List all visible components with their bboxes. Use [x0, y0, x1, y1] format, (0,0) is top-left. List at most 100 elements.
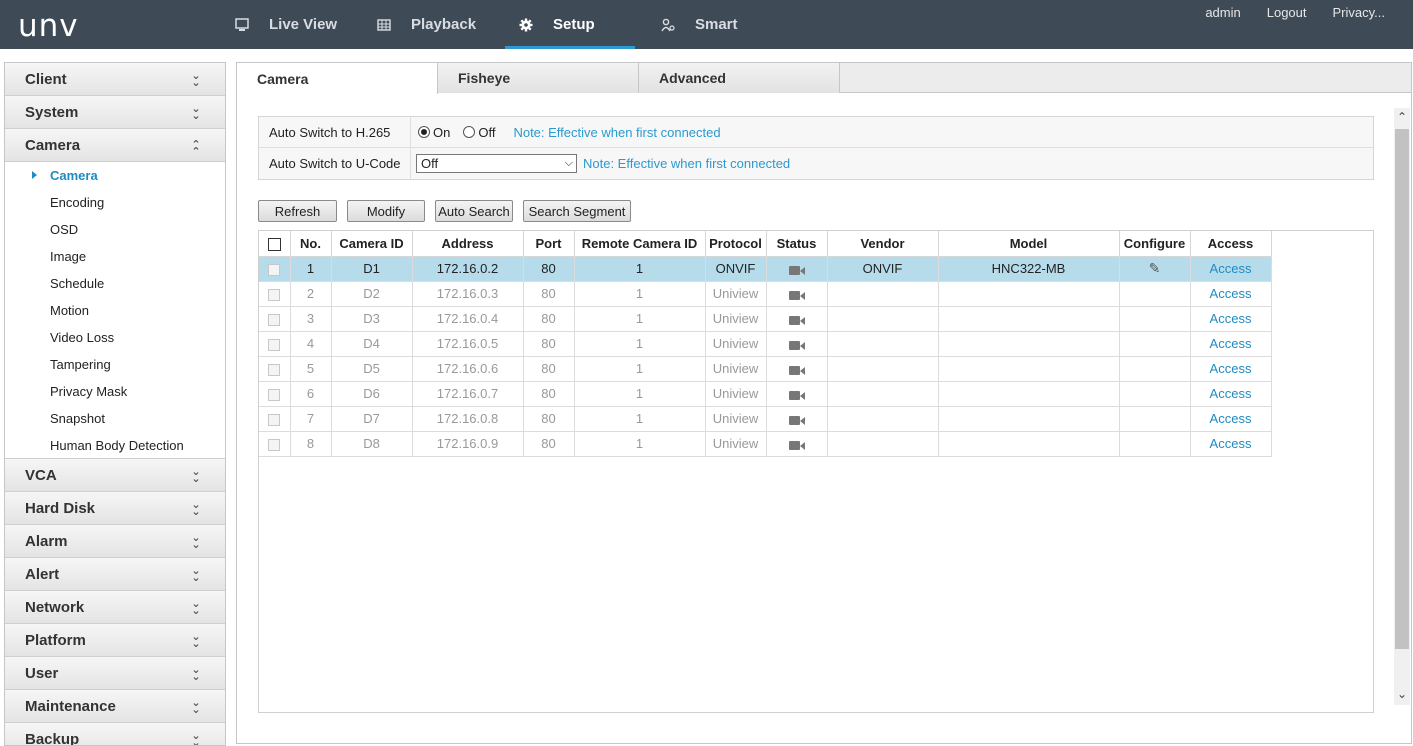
sidebar-group-client[interactable]: Client ⌄ ⌄	[5, 63, 225, 96]
table-row[interactable]: 4 D4 172.16.0.5 80 1 Uniview Access	[259, 331, 1272, 357]
sidebar-group-user[interactable]: User ⌄ ⌄	[5, 657, 225, 690]
cell-port: 80	[523, 356, 575, 382]
tab-fisheye[interactable]: Fisheye	[438, 63, 639, 93]
cell-status	[766, 306, 828, 332]
sidebar-item-encoding[interactable]: Encoding	[5, 189, 225, 216]
nav-smart[interactable]: Smart	[661, 0, 738, 49]
sidebar-group-platform[interactable]: Platform ⌄ ⌄	[5, 624, 225, 657]
auto-search-button[interactable]: Auto Search	[435, 200, 513, 222]
sidebar-item-human-body-detection[interactable]: Human Body Detection	[5, 432, 225, 459]
sidebar-group-alarm[interactable]: Alarm ⌄ ⌄	[5, 525, 225, 558]
row-checkbox[interactable]	[268, 263, 281, 276]
table-row[interactable]: 2 D2 172.16.0.3 80 1 Uniview Access	[259, 281, 1272, 307]
sidebar-group-backup[interactable]: Backup ⌄ ⌄	[5, 723, 225, 746]
vertical-scrollbar[interactable]: ⌃ ⌄	[1394, 108, 1410, 705]
select-all-cell[interactable]	[259, 231, 291, 257]
sidebar-group-camera[interactable]: Camera ⌃ ⌃	[5, 129, 225, 162]
cell-no: 2	[290, 281, 332, 307]
user-name[interactable]: admin	[1205, 5, 1240, 20]
row-checkbox[interactable]	[268, 438, 281, 451]
sidebar-item-image[interactable]: Image	[5, 243, 225, 270]
table-row[interactable]: 8 D8 172.16.0.9 80 1 Uniview Access	[259, 431, 1272, 457]
nav-playback[interactable]: Playback	[377, 0, 476, 49]
top-links: admin Logout Privacy...	[1205, 5, 1385, 20]
sidebar-group-hard-disk[interactable]: Hard Disk ⌄ ⌄	[5, 492, 225, 525]
cell-protocol: Uniview	[705, 281, 767, 307]
access-link[interactable]: Access	[1190, 431, 1272, 457]
cell-model	[938, 331, 1120, 357]
table-row[interactable]: 1 D1 172.16.0.2 80 1 ONVIF ONVIF HNC322-…	[259, 256, 1272, 282]
row-checkbox[interactable]	[268, 338, 281, 351]
sidebar-item-label: Tampering	[50, 357, 111, 372]
table-row[interactable]: 3 D3 172.16.0.4 80 1 Uniview Access	[259, 306, 1272, 332]
edit-pencil-icon[interactable]: ✎	[1149, 261, 1161, 277]
cell-status	[766, 406, 828, 432]
table-row[interactable]: 6 D6 172.16.0.7 80 1 Uniview Access	[259, 381, 1272, 407]
tab-advanced[interactable]: Advanced	[639, 63, 840, 93]
access-link[interactable]: Access	[1190, 331, 1272, 357]
access-link[interactable]: Access	[1190, 406, 1272, 432]
cell-no: 5	[290, 356, 332, 382]
refresh-button[interactable]: Refresh	[258, 200, 337, 222]
sidebar-item-tampering[interactable]: Tampering	[5, 351, 225, 378]
row-checkbox[interactable]	[268, 288, 281, 301]
scroll-down-icon[interactable]: ⌄	[1394, 687, 1410, 705]
h265-on-radio[interactable]: On	[418, 125, 450, 140]
access-link[interactable]: Access	[1190, 256, 1272, 282]
sidebar-group-system[interactable]: System ⌄ ⌄	[5, 96, 225, 129]
select-all-checkbox[interactable]	[267, 237, 281, 251]
scrollbar-thumb[interactable]	[1395, 129, 1409, 649]
nav-setup[interactable]: Setup	[505, 0, 635, 49]
sidebar-group-maintenance[interactable]: Maintenance ⌄ ⌄	[5, 690, 225, 723]
camera-table-container: No. Camera ID Address Port Remote Camera…	[258, 230, 1374, 713]
sidebar-item-video-loss[interactable]: Video Loss	[5, 324, 225, 351]
sidebar-group-alert[interactable]: Alert ⌄ ⌄	[5, 558, 225, 591]
table-row[interactable]: 5 D5 172.16.0.6 80 1 Uniview Access	[259, 356, 1272, 382]
tab-camera[interactable]: Camera	[237, 63, 438, 94]
table-header-row: No. Camera ID Address Port Remote Camera…	[259, 231, 1272, 257]
sidebar-item-snapshot[interactable]: Snapshot	[5, 405, 225, 432]
row-checkbox[interactable]	[268, 388, 281, 401]
sidebar-group-vca[interactable]: VCA ⌄ ⌄	[5, 459, 225, 492]
row-checkbox[interactable]	[268, 413, 281, 426]
access-link[interactable]: Access	[1190, 356, 1272, 382]
logout-link[interactable]: Logout	[1267, 5, 1307, 20]
sidebar-item-camera[interactable]: Camera	[5, 162, 225, 189]
access-link[interactable]: Access	[1190, 306, 1272, 332]
cell-no: 7	[290, 406, 332, 432]
nav-live-view[interactable]: Live View	[235, 0, 337, 49]
table-row[interactable]: 7 D7 172.16.0.8 80 1 Uniview Access	[259, 406, 1272, 432]
caret-right-icon	[32, 171, 37, 179]
h265-note: Note: Effective when first connected	[513, 124, 721, 140]
sidebar-item-osd[interactable]: OSD	[5, 216, 225, 243]
cell-model	[938, 406, 1120, 432]
sidebar-group-network[interactable]: Network ⌄ ⌄	[5, 591, 225, 624]
header-vendor: Vendor	[827, 231, 939, 257]
ucode-label: Auto Switch to U-Code	[259, 148, 411, 179]
cell-vendor	[827, 406, 939, 432]
cell-address: 172.16.0.5	[412, 331, 524, 357]
sidebar-group-label: System	[25, 103, 79, 121]
cell-protocol: Uniview	[705, 306, 767, 332]
ucode-select[interactable]: Off ⌵	[416, 154, 577, 173]
sidebar-item-motion[interactable]: Motion	[5, 297, 225, 324]
h265-off-radio[interactable]: Off	[463, 125, 495, 140]
header-camera-id: Camera ID	[331, 231, 413, 257]
cell-protocol: Uniview	[705, 356, 767, 382]
row-checkbox[interactable]	[268, 313, 281, 326]
cell-protocol: Uniview	[705, 431, 767, 457]
sidebar-item-label: Schedule	[50, 276, 105, 291]
modify-button[interactable]: Modify	[347, 200, 425, 222]
access-link[interactable]: Access	[1190, 381, 1272, 407]
cell-protocol: Uniview	[705, 331, 767, 357]
sidebar-item-label: Privacy Mask	[50, 384, 128, 399]
nav-setup-label: Setup	[553, 16, 595, 33]
scroll-up-icon[interactable]: ⌃	[1394, 110, 1410, 128]
sidebar-item-schedule[interactable]: Schedule	[5, 270, 225, 297]
search-segment-button[interactable]: Search Segment	[523, 200, 631, 222]
sidebar-item-privacy-mask[interactable]: Privacy Mask	[5, 378, 225, 405]
privacy-link[interactable]: Privacy...	[1333, 5, 1386, 20]
sidebar-group-label: Backup	[25, 730, 80, 746]
access-link[interactable]: Access	[1190, 281, 1272, 307]
row-checkbox[interactable]	[268, 363, 281, 376]
